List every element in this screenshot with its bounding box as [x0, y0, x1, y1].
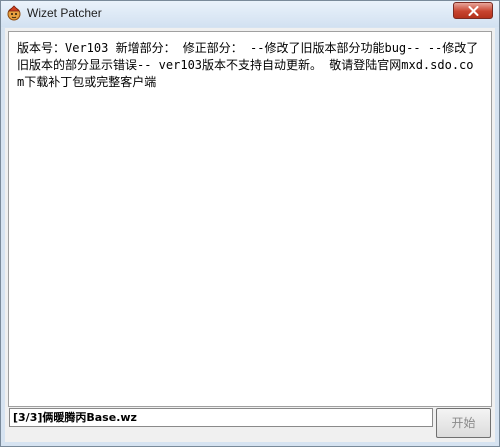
app-icon: [6, 5, 22, 21]
title-bar[interactable]: Wizet Patcher: [1, 1, 499, 27]
patch-notes-box[interactable]: 版本号：Ver103 新增部分： 修正部分： --修改了旧版本部分功能bug--…: [8, 31, 492, 407]
start-button[interactable]: 开始: [436, 408, 491, 438]
close-button[interactable]: [453, 2, 493, 19]
client-area: 版本号：Ver103 新增部分： 修正部分： --修改了旧版本部分功能bug--…: [5, 28, 495, 442]
window-title: Wizet Patcher: [27, 6, 102, 20]
patch-notes-text: 版本号：Ver103 新增部分： 修正部分： --修改了旧版本部分功能bug--…: [17, 41, 479, 89]
patcher-window: Wizet Patcher 版本号：Ver103 新增部分： 修正部分： --修…: [0, 0, 500, 447]
download-status-field: [3/3]俩暖腾丙Base.wz: [9, 408, 433, 427]
close-icon: [468, 6, 479, 16]
